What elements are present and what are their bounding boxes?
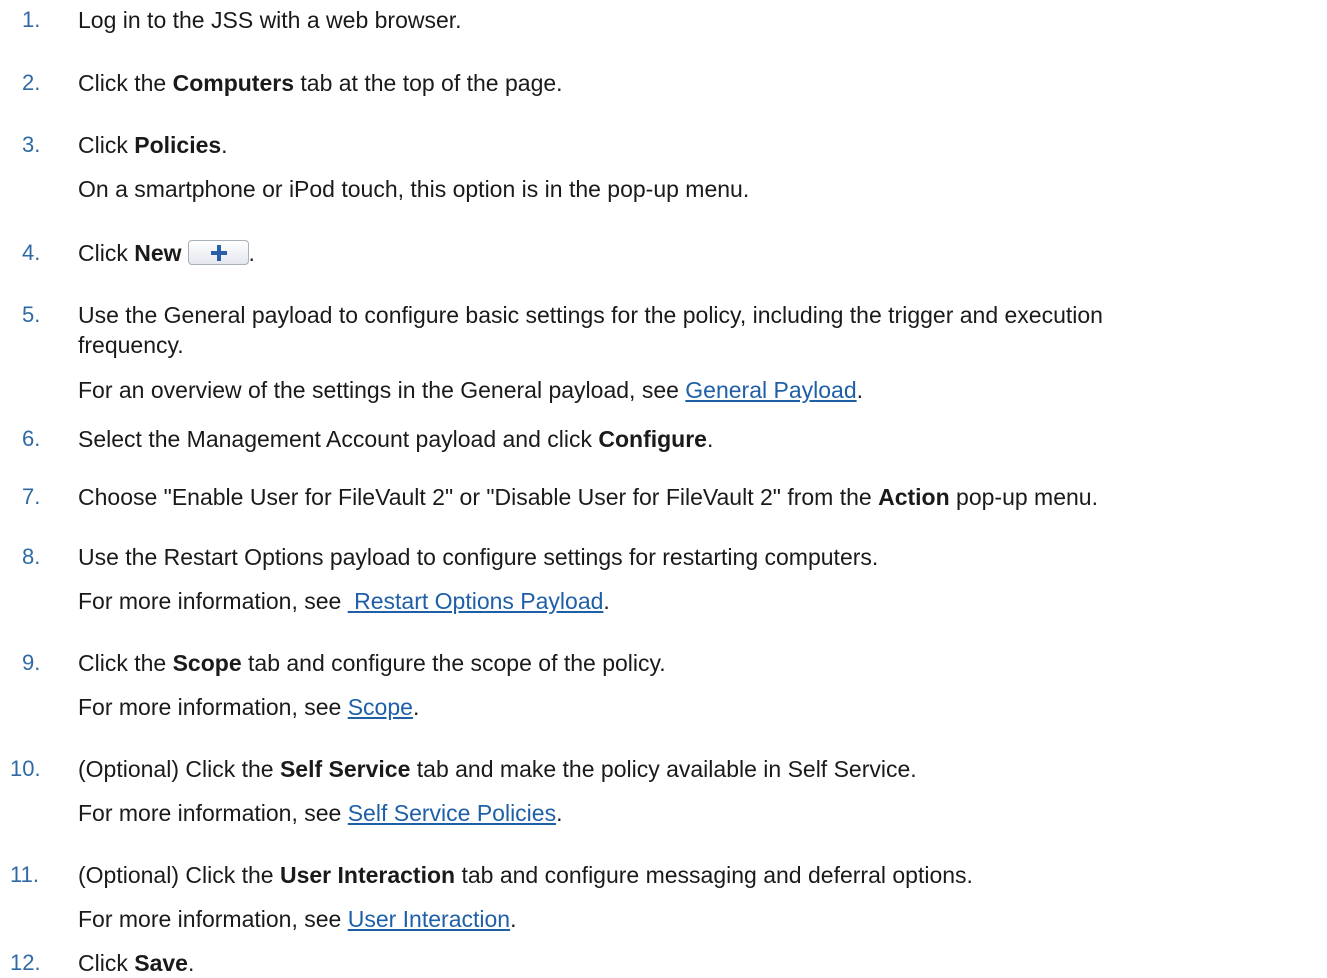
step-number: 5. [22, 302, 41, 327]
step-text: . [187, 950, 195, 976]
step-text: Click the [78, 650, 173, 676]
step-text: tab and configure messaging and deferral… [455, 862, 973, 888]
computers-tab-label: Computers [172, 70, 294, 96]
general-payload-link[interactable]: General Payload [685, 377, 856, 403]
step-text-continued: frequency. [78, 332, 184, 358]
step-number: 8. [22, 544, 41, 569]
save-label: Save [134, 950, 188, 976]
step-text: pop-up menu. [949, 484, 1098, 510]
step-text: Click [78, 950, 135, 976]
step-number: 6. [22, 426, 41, 451]
configure-label: Configure [598, 426, 707, 452]
step-note: On a smartphone or iPod touch, this opti… [78, 176, 750, 202]
new-button [187, 240, 249, 265]
scope-link[interactable]: Scope [348, 694, 413, 720]
step-note: . [412, 694, 420, 720]
step-text: . [248, 240, 255, 266]
self-service-tab-label: Self Service [279, 756, 411, 782]
step-note: For more information, see [78, 588, 348, 614]
step-number: 4. [22, 240, 41, 265]
step-number: 1. [22, 7, 41, 32]
new-label: New [134, 240, 182, 266]
step-note: For more information, see [78, 906, 348, 932]
user-interaction-tab-label: User Interaction [279, 862, 456, 888]
step-note: . [556, 800, 563, 826]
step-number: 10. [10, 756, 41, 781]
step-text: Use the Restart Options payload to confi… [78, 544, 879, 570]
user-interaction-link[interactable]: User Interaction [348, 906, 510, 932]
step-text: Use the General payload to configure bas… [78, 302, 1103, 328]
step-number: 7. [22, 484, 41, 509]
step-number: 2. [22, 70, 41, 95]
step-number: 12. [10, 950, 41, 975]
step-note: For more information, see [78, 800, 348, 826]
step-text: tab at the top of the page. [294, 70, 563, 96]
scope-tab-label: Scope [172, 650, 242, 676]
step-number: 3. [22, 132, 41, 157]
step-text: tab and make the policy available in Sel… [410, 756, 917, 782]
step-note: For an overview of the settings in the G… [78, 377, 686, 403]
step-text: Select the Management Account payload an… [78, 426, 599, 452]
policies-label: Policies [134, 132, 222, 158]
step-text: Click the [78, 70, 173, 96]
step-number: 9. [22, 650, 41, 675]
step-text: (Optional) Click the [78, 862, 280, 888]
action-label: Action [878, 484, 950, 510]
step-note: . [603, 588, 610, 614]
step-note: For more information, see [78, 694, 348, 720]
step-text: Log in to the JSS with a web browser. [78, 7, 462, 33]
step-text: . [706, 426, 714, 452]
step-text: . [221, 132, 228, 158]
step-note: . [856, 377, 864, 403]
restart-options-payload-link[interactable]: Restart Options Payload [348, 588, 603, 614]
step-text: Click [78, 240, 135, 266]
step-note: . [510, 906, 517, 932]
self-service-policies-link[interactable]: Self Service Policies [348, 800, 556, 826]
step-text: Click [78, 132, 135, 158]
step-text: (Optional) Click the [78, 756, 280, 782]
plus-icon [210, 245, 227, 261]
step-text: tab and configure the scope of the polic… [241, 650, 666, 676]
step-number: 11. [10, 862, 39, 887]
step-text: Choose "Enable User for FileVault 2" or … [78, 484, 879, 510]
